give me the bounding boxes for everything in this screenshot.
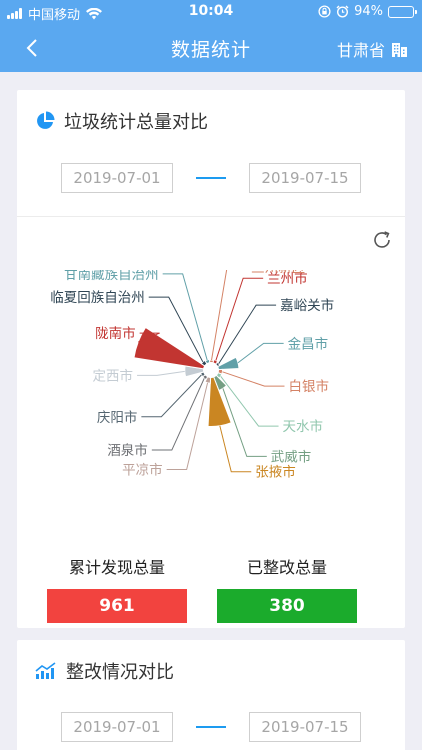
date-range: 2019-07-01 2019-07-15 xyxy=(17,163,405,193)
slice-label: 甘南藏族自治州 xyxy=(64,270,159,283)
leader-line xyxy=(141,374,202,418)
card-title: 垃圾统计总量对比 xyxy=(64,112,208,133)
leader-line xyxy=(137,370,185,376)
leader-line xyxy=(219,425,252,473)
rotation-lock-icon xyxy=(318,5,331,18)
alarm-icon xyxy=(336,5,349,18)
trend-chart-icon xyxy=(35,662,56,679)
rectification-card: 整改情况对比 2019-07-01 2019-07-15 xyxy=(17,640,405,750)
fixed-total-block: 已整改总量 380 xyxy=(217,554,357,623)
refresh-icon[interactable] xyxy=(371,229,393,251)
status-bar: 中国移动 10:04 94% xyxy=(0,0,422,24)
garbage-total-card: 垃圾统计总量对比 2019-07-01 2019-07-15 兰州市 嘉峪关市 金昌… xyxy=(17,90,405,628)
date-range: 2019-07-01 2019-07-15 xyxy=(17,712,405,742)
status-right: 94% xyxy=(318,4,417,19)
slice-label: 临夏回族自治州 xyxy=(50,290,145,306)
slice-label: 白银市 xyxy=(289,378,330,395)
fixed-total-label: 已整改总量 xyxy=(246,558,327,577)
slice-label: 嘉峪关市 xyxy=(280,297,334,314)
chart-center xyxy=(203,362,219,378)
slice-label: 平凉市 xyxy=(122,461,163,478)
end-date-input[interactable]: 2019-07-15 xyxy=(249,163,361,193)
start-date-input[interactable]: 2019-07-01 xyxy=(61,163,173,193)
slice-label: 陇南市 xyxy=(95,325,136,342)
leader-line xyxy=(218,304,277,365)
date-separator xyxy=(196,726,226,728)
card-header: 垃圾统计总量对比 xyxy=(35,108,208,134)
divider xyxy=(17,216,405,217)
slice-label: 天水市 xyxy=(283,418,324,435)
end-date-input[interactable]: 2019-07-15 xyxy=(249,712,361,742)
date-separator xyxy=(196,177,226,179)
card-header: 整改情况对比 xyxy=(35,658,174,684)
start-date-input[interactable]: 2019-07-01 xyxy=(61,712,173,742)
battery-icon xyxy=(388,5,417,18)
slice-label: 定西市 xyxy=(93,367,134,384)
battery-percent: 94% xyxy=(354,4,383,19)
pie-chart-icon xyxy=(37,111,55,129)
building-icon xyxy=(392,42,407,57)
fixed-total-value: 380 xyxy=(217,589,357,623)
slice-label: 庆阳市 xyxy=(97,409,138,426)
found-total-value: 961 xyxy=(47,589,187,623)
slice-label: 武威市 xyxy=(271,448,312,465)
rose-chart: 兰州市嘉峪关市金昌市白银市天水市武威市张掖市平凉市酒泉市庆阳市定西市陇南市临夏回… xyxy=(50,270,334,481)
card-title: 整改情况对比 xyxy=(66,662,174,683)
region-label: 甘肃省 xyxy=(336,41,385,60)
slice-label: 兰州新区 xyxy=(251,270,305,276)
found-total-block: 累计发现总量 961 xyxy=(47,554,187,623)
leader-line xyxy=(151,378,205,451)
found-total-label: 累计发现总量 xyxy=(68,558,165,577)
leader-line xyxy=(166,382,209,470)
nav-bar: 数据统计 甘肃省 xyxy=(0,24,422,72)
leader-line xyxy=(237,342,284,364)
region-selector[interactable]: 甘肃省 xyxy=(337,37,408,61)
slice-label: 酒泉市 xyxy=(107,442,148,459)
leader-line xyxy=(222,371,285,387)
slice-label: 金昌市 xyxy=(288,335,329,352)
slice-label: 张掖市 xyxy=(255,464,296,481)
